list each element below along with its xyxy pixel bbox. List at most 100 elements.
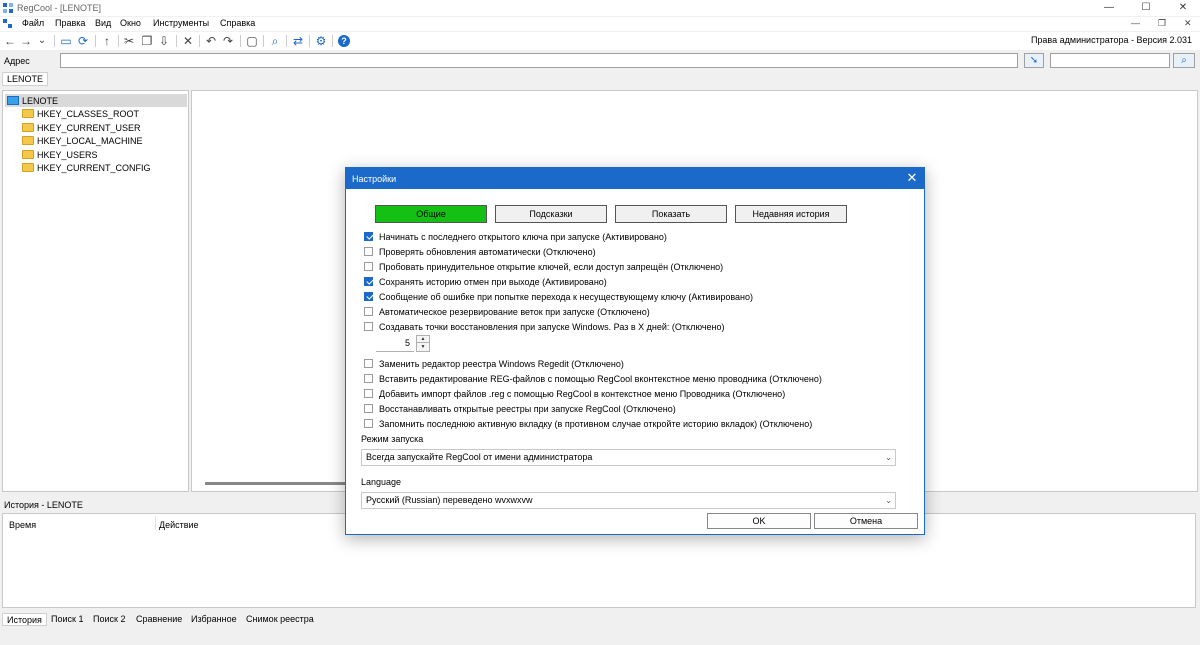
tab-hints[interactable]: Подсказки [495,205,607,223]
restore-days-stepper: ▲ ▼ [416,335,430,352]
find-icon[interactable]: ⌕ [267,33,283,49]
computer-icon[interactable]: ▭ [58,33,74,49]
option-restore-open-registries[interactable]: Восстанавливать открытые реестры при зап… [364,402,676,415]
option-check-updates[interactable]: Проверять обновления автоматически (Откл… [364,245,596,258]
tab-favorites[interactable]: Избранное [187,613,241,626]
checkbox[interactable] [364,359,373,368]
chevron-down-icon[interactable]: ⌄ [34,33,50,49]
menu-file[interactable]: Файл [22,18,44,28]
option-context-import-reg[interactable]: Добавить импорт файлов .reg с помощью Re… [364,387,785,400]
checkbox[interactable] [364,307,373,316]
search-input[interactable] [1050,53,1170,68]
launch-mode-select[interactable]: Всегда запускайте RegCool от имени админ… [361,449,896,466]
tree-node-hkcc[interactable]: HKEY_CURRENT_CONFIG [22,161,151,174]
minimize-button[interactable]: — [1096,0,1122,16]
network-refresh-icon[interactable]: ⟳ [75,33,91,49]
option-start-last-key[interactable]: Начинать с последнего открытого ключа пр… [364,230,667,243]
cut-icon[interactable]: ✂ [121,33,137,49]
up-arrow-icon[interactable]: ↑ [99,33,115,49]
undo-icon[interactable]: ↶ [203,33,219,49]
checkbox[interactable] [364,404,373,413]
cancel-button[interactable]: Отмена [814,513,918,529]
option-restore-points[interactable]: Создавать точки восстановления при запус… [364,320,725,333]
column-header-action[interactable]: Действие [159,520,199,530]
tree-node-computer[interactable]: LENOTE [7,94,58,107]
address-input[interactable] [60,53,1018,68]
menu-view[interactable]: Вид [95,18,111,28]
option-save-undo-history[interactable]: Сохранять историю отмен при выходе (Акти… [364,275,607,288]
column-header-time[interactable]: Время [9,520,36,530]
regcool-window: RegCool - [LENOTE] — ☐ ✕ Файл Правка Вид… [0,0,1200,645]
maximize-button[interactable]: ☐ [1133,0,1159,16]
tab-search-2[interactable]: Поиск 2 [89,613,129,626]
tree-node-label: HKEY_USERS [37,149,98,160]
spin-up-icon[interactable]: ▲ [417,336,429,343]
search-icon[interactable]: ⌕ [1173,53,1195,68]
mdi-close-button[interactable]: ✕ [1184,18,1192,29]
title-bar: RegCool - [LENOTE] — ☐ ✕ [0,0,1200,16]
spin-down-icon[interactable]: ▼ [417,344,429,351]
checkbox[interactable] [364,277,373,286]
folder-icon [22,123,34,132]
option-replace-regedit[interactable]: Заменить редактор реестра Windows Regedi… [364,357,624,370]
tab-recent-history[interactable]: Недавняя история [735,205,847,223]
export-icon[interactable]: ⇩ [156,33,172,49]
copy-icon[interactable]: ❐ [139,33,155,49]
dialog-title-bar: Настройки ✕ [346,168,924,189]
registry-tree: LENOTE HKEY_CLASSES_ROOT HKEY_CURRENT_US… [2,90,189,492]
tab-general[interactable]: Общие [375,205,487,223]
option-context-edit-reg[interactable]: Вставить редактирование REG-файлов с пом… [364,372,822,385]
delete-icon[interactable]: ✕ [180,33,196,49]
tree-node-hkcr[interactable]: HKEY_CLASSES_ROOT [22,107,139,120]
history-title: История - LENOTE [4,500,83,510]
redo-icon[interactable]: ↷ [220,33,236,49]
checkbox[interactable] [364,262,373,271]
checkbox[interactable] [364,292,373,301]
new-key-icon[interactable]: ▢ [244,33,260,49]
tab-search-1[interactable]: Поиск 1 [47,613,87,626]
menu-window[interactable]: Окно [120,18,141,28]
menu-edit[interactable]: Правка [55,18,85,28]
ok-button[interactable]: OK [707,513,811,529]
restore-days-input[interactable]: 5 [376,335,414,352]
language-select[interactable]: Русский (Russian) переведено wvxwxvw ⌄ [361,492,896,509]
checkbox[interactable] [364,419,373,428]
tab-lenote[interactable]: LENOTE [2,72,49,86]
mdi-restore-button[interactable]: ❐ [1158,18,1166,29]
tab-display[interactable]: Показать [615,205,727,223]
option-error-missing-key[interactable]: Сообщение об ошибке при попытке перехода… [364,290,753,303]
option-auto-backup[interactable]: Автоматическое резервирование веток при … [364,305,650,318]
menu-tools[interactable]: Инструменты [153,18,209,28]
dialog-close-icon[interactable]: ✕ [904,170,920,186]
address-label: Адрес [4,56,30,66]
tab-snapshot[interactable]: Снимок реестра [242,613,318,626]
dialog-title: Настройки [352,174,397,184]
tab-compare[interactable]: Сравнение [132,613,186,626]
horizontal-scrollbar[interactable] [205,482,345,485]
help-icon[interactable]: ? [336,33,352,49]
mdi-minimize-button[interactable]: — [1131,18,1140,28]
window-title: RegCool - [LENOTE] [17,3,102,13]
checkbox[interactable] [364,374,373,383]
checkbox[interactable] [364,389,373,398]
tree-node-hkcu[interactable]: HKEY_CURRENT_USER [22,121,141,134]
option-remember-last-tab[interactable]: Запомнить последнюю активную вкладку (в … [364,417,812,430]
tree-node-label: HKEY_CURRENT_USER [37,122,141,133]
checkbox[interactable] [364,232,373,241]
tab-history[interactable]: История [2,613,47,626]
tree-node-label: LENOTE [22,95,59,106]
back-arrow-icon[interactable]: ← [2,33,18,49]
tree-node-label: HKEY_LOCAL_MACHINE [37,135,143,146]
checkbox[interactable] [364,322,373,331]
checkbox[interactable] [364,247,373,256]
tree-node-hku[interactable]: HKEY_USERS [22,148,98,161]
option-force-open-keys[interactable]: Пробовать принудительное открытие ключей… [364,260,723,273]
refresh-icon[interactable]: ⇄ [290,33,306,49]
gear-icon[interactable]: ⚙ [313,33,329,49]
menu-help[interactable]: Справка [220,18,255,28]
close-button[interactable]: ✕ [1170,0,1196,16]
forward-arrow-icon[interactable]: → [18,33,34,49]
chevron-down-icon: ⌄ [885,496,892,505]
tree-node-hklm[interactable]: HKEY_LOCAL_MACHINE [22,134,143,147]
go-arrow-icon[interactable]: ➘ [1024,53,1044,68]
